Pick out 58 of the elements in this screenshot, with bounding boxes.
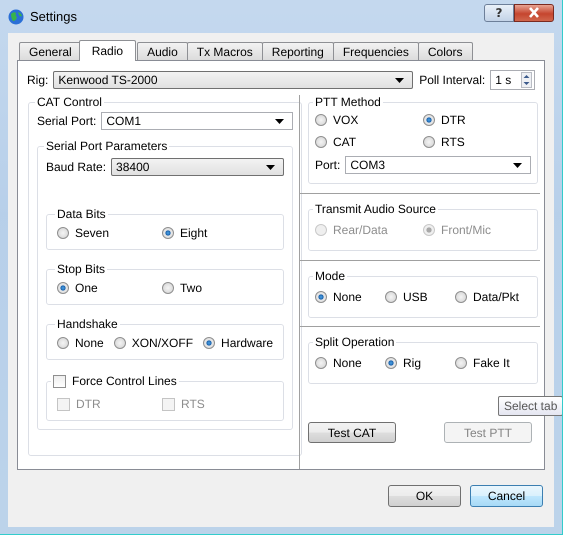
group-title: Handshake — [56, 317, 119, 331]
port-dropdown[interactable]: COM3 — [345, 156, 531, 174]
group-title: Split Operation — [314, 335, 396, 349]
radio-option[interactable]: Seven — [57, 224, 162, 242]
radio-option[interactable]: DTR — [423, 111, 531, 129]
baud-rate-dropdown[interactable]: 38400 — [111, 158, 284, 176]
tooltip: Select tab — [498, 396, 562, 416]
group-title: Mode — [314, 269, 346, 283]
radio-option[interactable]: None — [57, 334, 104, 352]
rig-dropdown[interactable]: Kenwood TS-2000 — [53, 71, 414, 89]
group-title: Data Bits — [56, 207, 107, 221]
radio-option[interactable]: VOX — [315, 111, 423, 129]
radio-option[interactable]: Hardware — [203, 334, 274, 352]
tab[interactable]: General — [19, 42, 82, 60]
poll-interval-label: Poll Interval: — [419, 73, 486, 87]
dropdown-arrow-icon — [275, 118, 284, 124]
rig-label: Rig: — [27, 73, 48, 87]
dropdown-arrow-icon — [266, 164, 276, 170]
tab[interactable]: Tx Macros — [186, 42, 263, 60]
radio-option[interactable]: XON/XOFF — [114, 334, 194, 352]
tab[interactable]: Reporting — [262, 42, 334, 60]
spinner-arrows-icon — [521, 72, 532, 88]
dropdown-arrow-icon — [513, 162, 522, 168]
group-title: Transmit Audio Source — [314, 202, 437, 216]
port-label: Port: — [315, 158, 340, 172]
tab[interactable]: Colors — [418, 42, 473, 60]
radio-option[interactable]: Data/Pkt — [455, 288, 531, 306]
radio-option[interactable]: Fake It — [455, 354, 531, 372]
tab[interactable]: Audio — [137, 42, 188, 60]
radio-option[interactable]: USB — [385, 288, 455, 306]
tab[interactable]: Frequencies — [332, 42, 419, 60]
test-cat-button[interactable]: Test CAT — [308, 422, 396, 443]
help-button[interactable]: ? — [484, 4, 514, 22]
group-title: Serial Port Parameters — [45, 139, 168, 153]
window-title: Settings — [30, 9, 78, 24]
dialog-button[interactable]: Cancel — [470, 485, 543, 507]
tab[interactable]: Radio — [78, 40, 136, 61]
baud-rate-label: Baud Rate: — [46, 160, 106, 174]
force-control-lines-checkbox[interactable]: Force Control Lines — [53, 372, 177, 390]
dropdown-arrow-icon — [395, 78, 404, 82]
close-button[interactable] — [514, 4, 554, 22]
group-title: CAT Control — [36, 95, 103, 109]
radio-option[interactable]: None — [315, 288, 385, 306]
radio-option[interactable]: One — [57, 279, 162, 297]
radio-option[interactable]: Eight — [162, 224, 267, 242]
group-title: PTT Method — [314, 95, 382, 109]
radio-option[interactable]: CAT — [315, 133, 423, 151]
group-title: Stop Bits — [56, 262, 106, 276]
radio-option[interactable]: Rig — [385, 354, 455, 372]
radio-option[interactable]: Two — [162, 279, 267, 297]
globe-icon — [8, 8, 24, 24]
serial-port-label: Serial Port: — [37, 114, 96, 128]
radio-option[interactable]: RTS — [423, 133, 531, 151]
poll-interval-spinbox[interactable]: 1 s — [490, 70, 535, 90]
dialog-button[interactable]: OK — [388, 485, 461, 507]
radio-option[interactable]: None — [315, 354, 385, 372]
serial-port-dropdown[interactable]: COM1 — [101, 112, 294, 130]
close-icon — [527, 7, 541, 18]
